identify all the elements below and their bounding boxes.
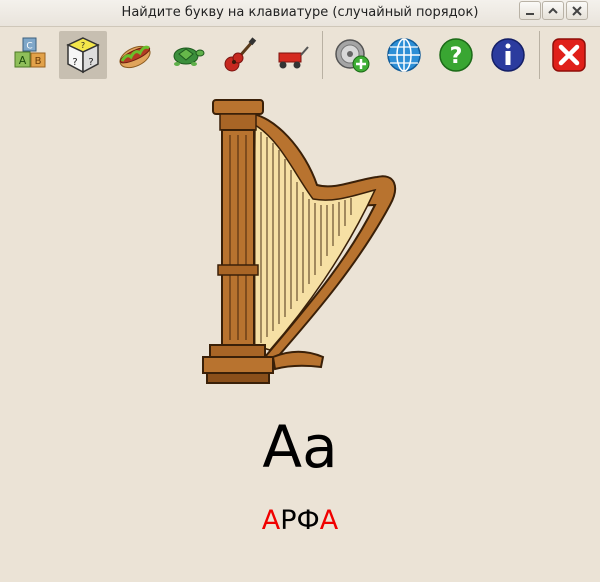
add-sound-icon bbox=[335, 39, 370, 73]
language-button[interactable] bbox=[380, 31, 428, 79]
animals-category-button[interactable] bbox=[163, 31, 211, 79]
minimize-icon bbox=[526, 12, 534, 15]
food-category-button[interactable] bbox=[111, 31, 159, 79]
blocks-button[interactable]: C A B bbox=[7, 31, 55, 79]
word-middle-letters: РФ bbox=[280, 505, 320, 536]
toolbar-separator bbox=[322, 31, 323, 79]
svg-text:?: ? bbox=[72, 57, 77, 68]
wagon-icon bbox=[278, 46, 309, 69]
info-button[interactable] bbox=[484, 31, 532, 79]
hotdog-icon bbox=[119, 45, 151, 69]
help-icon: ? bbox=[439, 38, 473, 72]
word-display: АРФА bbox=[0, 505, 600, 536]
add-sound-button[interactable] bbox=[328, 31, 376, 79]
minimize-button[interactable] bbox=[519, 1, 541, 20]
turtle-icon bbox=[173, 47, 205, 66]
word-highlighted-letter: А bbox=[319, 505, 339, 536]
svg-text:?: ? bbox=[88, 57, 93, 68]
title-bar: Найдите букву на клавиатуре (случайный п… bbox=[0, 0, 600, 27]
instruments-category-button[interactable] bbox=[215, 31, 263, 79]
info-icon bbox=[491, 38, 525, 72]
svg-text:C: C bbox=[26, 42, 32, 52]
svg-text:B: B bbox=[35, 56, 42, 67]
random-order-button[interactable]: ? ? ? bbox=[59, 31, 107, 79]
window-title: Найдите букву на клавиатуре (случайный п… bbox=[121, 5, 479, 20]
svg-text:?: ? bbox=[450, 44, 463, 69]
maximize-button[interactable] bbox=[542, 1, 564, 20]
maximize-icon bbox=[548, 7, 558, 14]
exit-icon bbox=[552, 38, 586, 72]
close-icon bbox=[572, 5, 582, 16]
letter-display: Aa bbox=[262, 413, 338, 481]
help-button[interactable]: ? bbox=[432, 31, 480, 79]
random-dice-icon: ? ? ? bbox=[66, 37, 100, 74]
toolbar: C A B ? ? ? ? bbox=[0, 27, 600, 87]
word-highlighted-letter: А bbox=[261, 505, 281, 536]
toolbar-separator bbox=[539, 31, 540, 79]
toys-category-button[interactable] bbox=[267, 31, 315, 79]
svg-text:?: ? bbox=[81, 41, 85, 50]
harp-picture bbox=[202, 99, 397, 384]
globe-icon bbox=[387, 38, 421, 72]
guitar-icon bbox=[224, 37, 257, 72]
svg-text:A: A bbox=[19, 54, 27, 67]
blocks-icon: C A B bbox=[14, 37, 46, 68]
close-window-button[interactable] bbox=[566, 1, 588, 20]
exit-button[interactable] bbox=[545, 31, 593, 79]
